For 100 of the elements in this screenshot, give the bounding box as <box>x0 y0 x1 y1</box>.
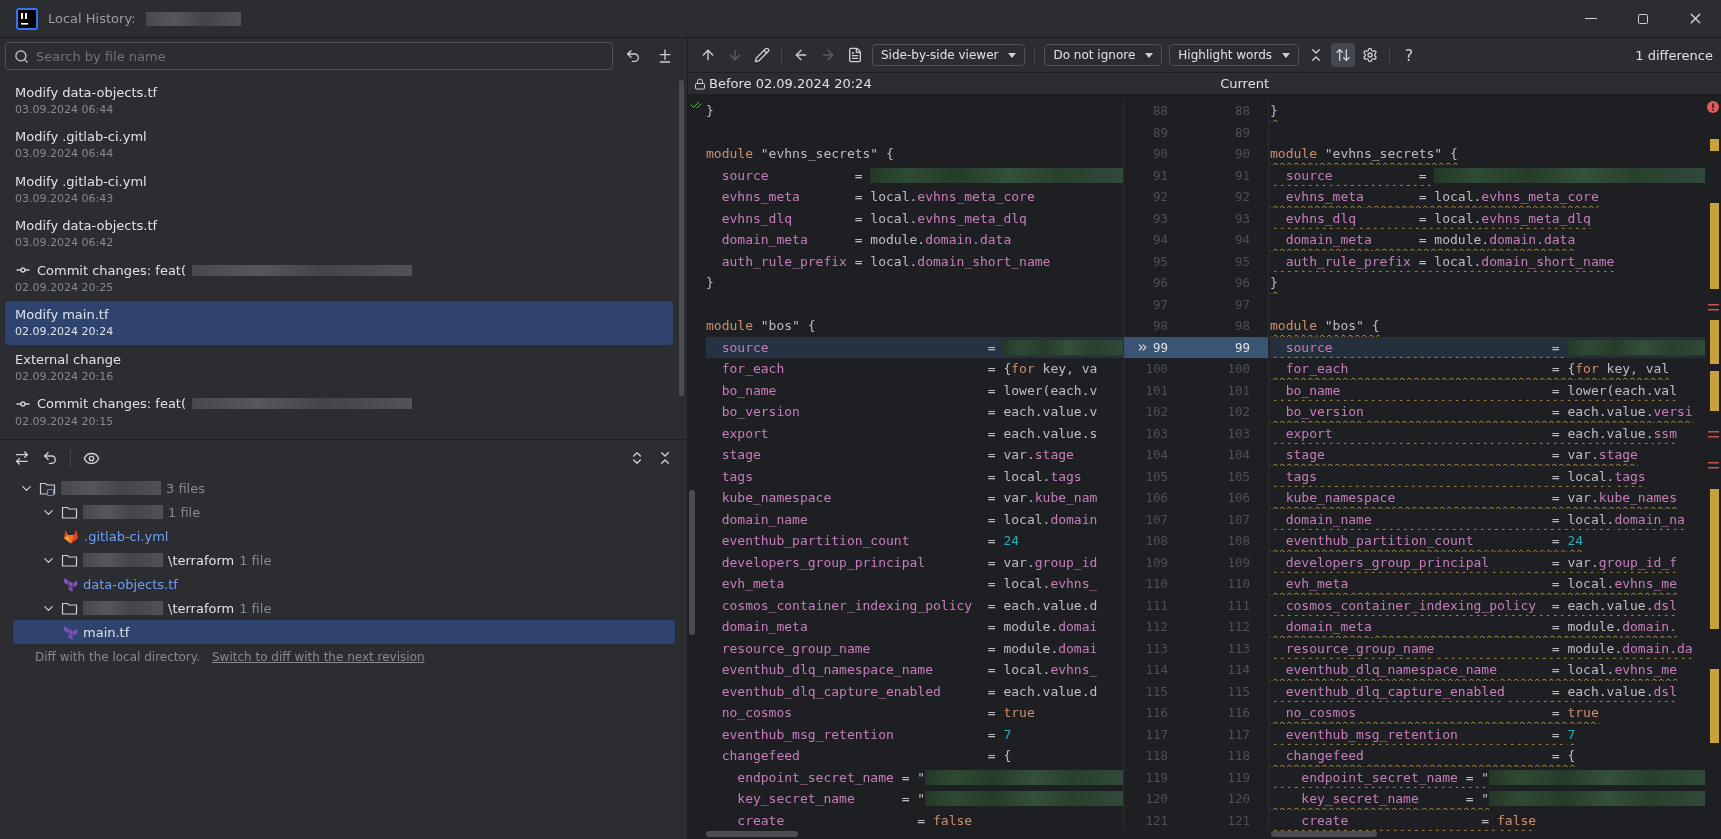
tree-file-row[interactable]: data-objects.tf <box>13 572 675 596</box>
code-line: auth_rule_prefix = local.domain_short_name <box>1284 253 1615 269</box>
maximize-icon <box>1637 12 1649 25</box>
code-line: domain_meta = module.domain.data <box>1284 232 1576 248</box>
code-line: eventhub_msg_retention = 7 <box>1284 726 1576 742</box>
history-item[interactable]: Modify main.tf 02.09.2024 20:24 <box>5 300 673 345</box>
pencil-icon <box>754 47 770 63</box>
module-folder-icon <box>39 480 56 496</box>
code-line: eventhub_dlq_namespace_name = local.evhns_ <box>720 662 1098 678</box>
code-line: } <box>706 103 714 119</box>
code-line: no_cosmos = true <box>720 705 1035 721</box>
code-line: source = <box>720 339 997 355</box>
code-line: eventhub_dlq_capture_enabled = each.value.dsl <box>1284 683 1677 699</box>
code-line: evh_meta = local.evhns_ <box>720 576 1098 592</box>
code-line: changefeed = { <box>1284 748 1576 764</box>
viewer-dropdown[interactable]: Do not ignore <box>1044 44 1163 66</box>
difference-count: 1 difference <box>1635 47 1713 63</box>
tree-folder-row[interactable]: 1 file <box>13 500 675 524</box>
document-icon <box>847 47 863 63</box>
tree-file-row[interactable]: .gitlab-ci.yml <box>13 524 675 548</box>
minimize-icon <box>1585 17 1597 20</box>
code-line: eventhub_msg_retention = 7 <box>720 726 1012 742</box>
window-title: Local History: <box>48 11 136 26</box>
code-line: module "bos" { <box>706 318 816 334</box>
code-line: source = <box>720 167 864 183</box>
code-line: module "evhns_secrets" { <box>1270 146 1458 162</box>
code-line: auth_rule_prefix = local.domain_short_name <box>720 253 1051 269</box>
fox-icon <box>63 528 79 544</box>
code-line: domain_name = local.domain_na <box>1284 511 1685 527</box>
code-line: endpoint_secret_name = " <box>736 769 926 785</box>
code-line: tags = local.tags <box>720 468 1082 484</box>
before-label: Before 02.09.2024 20:24 <box>709 76 872 91</box>
current-label: Current <box>1220 76 1269 91</box>
line-number: 99 <box>1152 339 1168 355</box>
code-line: evhns_meta = local.evhns_meta_core <box>720 189 1035 205</box>
code-line: evh_meta = local.evhns_me <box>1284 576 1677 592</box>
code-line: resource_group_name = module.domain.da <box>1284 640 1693 656</box>
caret-icon <box>1282 52 1291 58</box>
code-line: bo_version = each.value.v <box>720 404 1098 420</box>
history-item[interactable]: Modify data-objects.tf 03.09.2024 06:44 <box>5 78 673 123</box>
history-item[interactable]: Modify .gitlab-ci.yml 03.09.2024 06:44 <box>5 122 673 167</box>
code-line: bo_name = lower(each.val <box>1284 382 1677 398</box>
code-line: tags = local.tags <box>1284 468 1646 484</box>
history-item[interactable]: Commit changes: feat( 02.09.2024 20:15 <box>5 389 673 434</box>
tree-folder-row[interactable]: \terraform 1 file <box>13 596 675 620</box>
line-number: 99 <box>1234 339 1250 355</box>
code-line: domain_name = local.domain <box>720 511 1098 527</box>
settings-icon <box>1362 47 1379 63</box>
history-item[interactable]: Commit changes: feat( 02.09.2024 20:25 <box>5 256 673 301</box>
caret-icon <box>1008 52 1017 58</box>
code-line: source = <box>1284 339 1561 355</box>
viewer-dropdown[interactable]: Highlight words <box>1169 44 1300 66</box>
footer-note: Diff with the local directory. <box>35 650 200 664</box>
search-field[interactable]: Search by file name <box>5 42 613 70</box>
code-line: developers_group_principal = var.group_id_f <box>1284 554 1677 570</box>
tree-file-row[interactable]: main.tf <box>13 620 675 644</box>
code-line: create = false <box>1300 812 1537 828</box>
code-line: create = false <box>736 812 973 828</box>
code-line: cosmos_container_indexing_policy = each.value.d <box>720 597 1098 613</box>
lock-icon <box>694 77 706 90</box>
code-line: domain_meta = module.domain.data <box>720 232 1012 248</box>
scrollbar-thumb[interactable] <box>706 831 798 837</box>
switch-diff-link[interactable]: Switch to diff with the next revision <box>212 650 425 664</box>
code-line: eventhub_partition_count = 24 <box>720 533 1020 549</box>
help-button[interactable]: ? <box>1397 45 1422 65</box>
code-line: export = each.value.ssm <box>1284 425 1677 441</box>
folder-icon <box>61 504 78 520</box>
history-item[interactable]: Modify .gitlab-ci.yml 03.09.2024 06:43 <box>5 167 673 212</box>
scrollbar-thumb[interactable] <box>679 80 684 396</box>
code-line: changefeed = { <box>720 748 1012 764</box>
code-line: export = each.value.s <box>720 425 1098 441</box>
scrollbar-thumb[interactable] <box>689 490 695 635</box>
search-icon <box>14 49 29 64</box>
tree-folder-row[interactable]: \terraform 1 file <box>13 548 675 572</box>
code-line: key_secret_name = " <box>736 791 926 807</box>
scrollbar-thumb[interactable] <box>1271 831 1377 837</box>
terraform-icon <box>63 624 78 640</box>
arrow-down-icon <box>727 47 743 63</box>
code-line: domain_meta = module.domain. <box>1284 619 1677 635</box>
code-line: evhns_dlq = local.evhns_meta_dlq <box>720 210 1027 226</box>
undo-icon <box>625 48 641 64</box>
check-icon <box>690 99 702 111</box>
code-line: resource_group_name = module.domai <box>720 640 1098 656</box>
code-line: } <box>1270 275 1278 291</box>
code-line: for_each = {for key, va <box>720 361 1098 377</box>
undo-icon <box>42 450 58 466</box>
code-line: no_cosmos = true <box>1284 705 1599 721</box>
code-line: domain_meta = module.domai <box>720 619 1098 635</box>
viewer-dropdown[interactable]: Side-by-side viewer <box>872 44 1026 66</box>
folder-icon <box>61 600 78 616</box>
arrows-left-right-icon <box>14 450 30 466</box>
history-item[interactable]: External change 02.09.2024 20:16 <box>5 345 673 390</box>
sync-scroll-toggle[interactable] <box>1331 43 1356 67</box>
app-icon <box>16 7 38 30</box>
code-line: stage = var.stage <box>720 447 1074 463</box>
history-item[interactable]: Modify data-objects.tf 03.09.2024 06:42 <box>5 211 673 256</box>
tree-folder-row[interactable]: 3 files <box>13 476 675 500</box>
code-line: eventhub_dlq_capture_enabled = each.value.d <box>720 683 1098 699</box>
code-line: module "evhns_secrets" { <box>706 146 894 162</box>
code-line: eventhub_dlq_namespace_name = local.evhns_me <box>1284 662 1677 678</box>
